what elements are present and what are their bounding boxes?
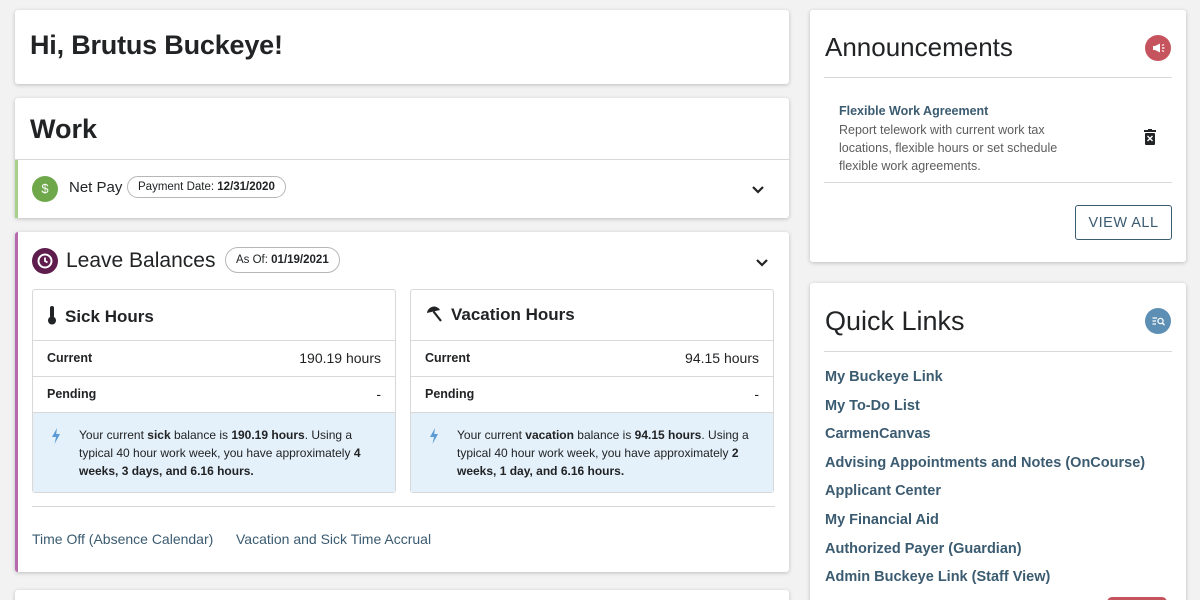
greeting-title: Hi, Brutus Buckeye! [30, 30, 283, 60]
chevron-down-icon[interactable] [747, 179, 769, 201]
quick-link-admin-buckeye-link[interactable]: Admin Buckeye Link (Staff View) [825, 569, 1050, 585]
leave-balances-card: Leave Balances As Of: 01/19/2021 Sick Ho… [15, 232, 789, 572]
search-list-icon [1145, 308, 1171, 334]
sick-current-row: Current 190.19 hours [33, 340, 395, 376]
vacation-pending-value: - [754, 386, 759, 402]
vacation-hours-panel: Vacation Hours Current 94.15 hours Pendi… [410, 289, 774, 493]
vacation-current-value: 94.15 hours [685, 350, 759, 366]
sick-info-message: Your current sick balance is 190.19 hour… [33, 412, 395, 492]
list-item: My Financial Aid [825, 511, 1145, 540]
vacation-info-message: Your current vacation balance is 94.15 h… [411, 412, 773, 492]
view-all-button[interactable]: VIEW ALL [1075, 205, 1172, 240]
lightning-icon [52, 428, 60, 444]
quick-link-applicant-center[interactable]: Applicant Center [825, 483, 941, 499]
vacation-pending-row: Pending - [411, 376, 773, 412]
payment-date-badge: Payment Date: 12/31/2020 [127, 176, 286, 198]
chevron-down-icon[interactable] [751, 252, 773, 274]
announcement-title-link[interactable]: Flexible Work Agreement [839, 104, 988, 118]
quick-links-card: Quick Links My Buckeye Link My To-Do Lis… [810, 283, 1186, 600]
quick-link-authorized-payer[interactable]: Authorized Payer (Guardian) [825, 541, 1022, 557]
sick-hours-title: Sick Hours [65, 307, 154, 326]
time-off-link[interactable]: Time Off (Absence Calendar) [32, 531, 213, 547]
sick-pending-row: Pending - [33, 376, 395, 412]
quick-link-my-buckeye-link[interactable]: My Buckeye Link [825, 369, 943, 385]
list-item: My To-Do List [825, 397, 1145, 426]
pending-label: Pending [47, 387, 97, 401]
quick-link-my-todo-list[interactable]: My To-Do List [825, 398, 920, 414]
as-of-badge: As Of: 01/19/2021 [225, 247, 340, 273]
list-item: Authorized Payer (Guardian) [825, 540, 1145, 569]
quick-link-advising[interactable]: Advising Appointments and Notes (OnCours… [825, 455, 1145, 471]
quick-link-carmencanvas[interactable]: CarmenCanvas [825, 426, 931, 442]
as-of-date: 01/19/2021 [271, 254, 329, 266]
list-item: My Buckeye Link [825, 368, 1145, 397]
current-label: Current [47, 351, 93, 365]
sick-current-value: 190.19 hours [299, 350, 381, 366]
payment-date-label: Payment Date: [138, 181, 215, 193]
dollar-icon: $ [32, 176, 58, 202]
payment-date-value: 12/31/2020 [217, 181, 275, 193]
list-item: Advising Appointments and Notes (OnCours… [825, 454, 1145, 483]
clock-icon [32, 248, 58, 274]
trash-icon[interactable] [1144, 129, 1156, 145]
megaphone-icon [1145, 35, 1171, 61]
net-pay-label: Net Pay [69, 179, 123, 196]
umbrella-icon [427, 306, 442, 322]
work-card: Work $ Net Pay Payment Date: 12/31/2020 [15, 98, 789, 218]
divider [824, 351, 1172, 352]
quick-links-title: Quick Links [825, 306, 965, 336]
thermometer-icon [48, 306, 56, 325]
as-of-label: As Of: [236, 254, 268, 266]
divider [824, 182, 1172, 183]
pending-label: Pending [425, 387, 475, 401]
list-item: Applicant Center [825, 482, 1145, 511]
next-card [15, 590, 789, 600]
vacation-hours-title: Vacation Hours [451, 305, 575, 324]
divider [824, 77, 1172, 78]
accrual-link[interactable]: Vacation and Sick Time Accrual [236, 531, 431, 547]
net-pay-row[interactable]: $ Net Pay Payment Date: 12/31/2020 [15, 160, 789, 218]
current-label: Current [425, 351, 471, 365]
announcements-card: Announcements Flexible Work Agreement Re… [810, 10, 1186, 262]
list-item: CarmenCanvas [825, 425, 1145, 454]
divider [32, 506, 775, 507]
work-title: Work [30, 114, 98, 144]
leave-balances-title: Leave Balances [66, 249, 216, 272]
sick-hours-panel: Sick Hours Current 190.19 hours Pending … [32, 289, 396, 493]
sick-pending-value: - [376, 386, 381, 402]
quick-link-financial-aid[interactable]: My Financial Aid [825, 512, 939, 528]
vacation-current-row: Current 94.15 hours [411, 340, 773, 376]
list-item: Admin Buckeye Link (Staff View) [825, 568, 1145, 597]
announcement-description: Report telework with current work tax lo… [839, 123, 1058, 173]
announcements-title: Announcements [825, 32, 1013, 62]
greeting-card: Hi, Brutus Buckeye! [15, 10, 789, 84]
lightning-icon [430, 428, 438, 444]
quick-links-list: My Buckeye Link My To-Do List CarmenCanv… [825, 368, 1145, 597]
